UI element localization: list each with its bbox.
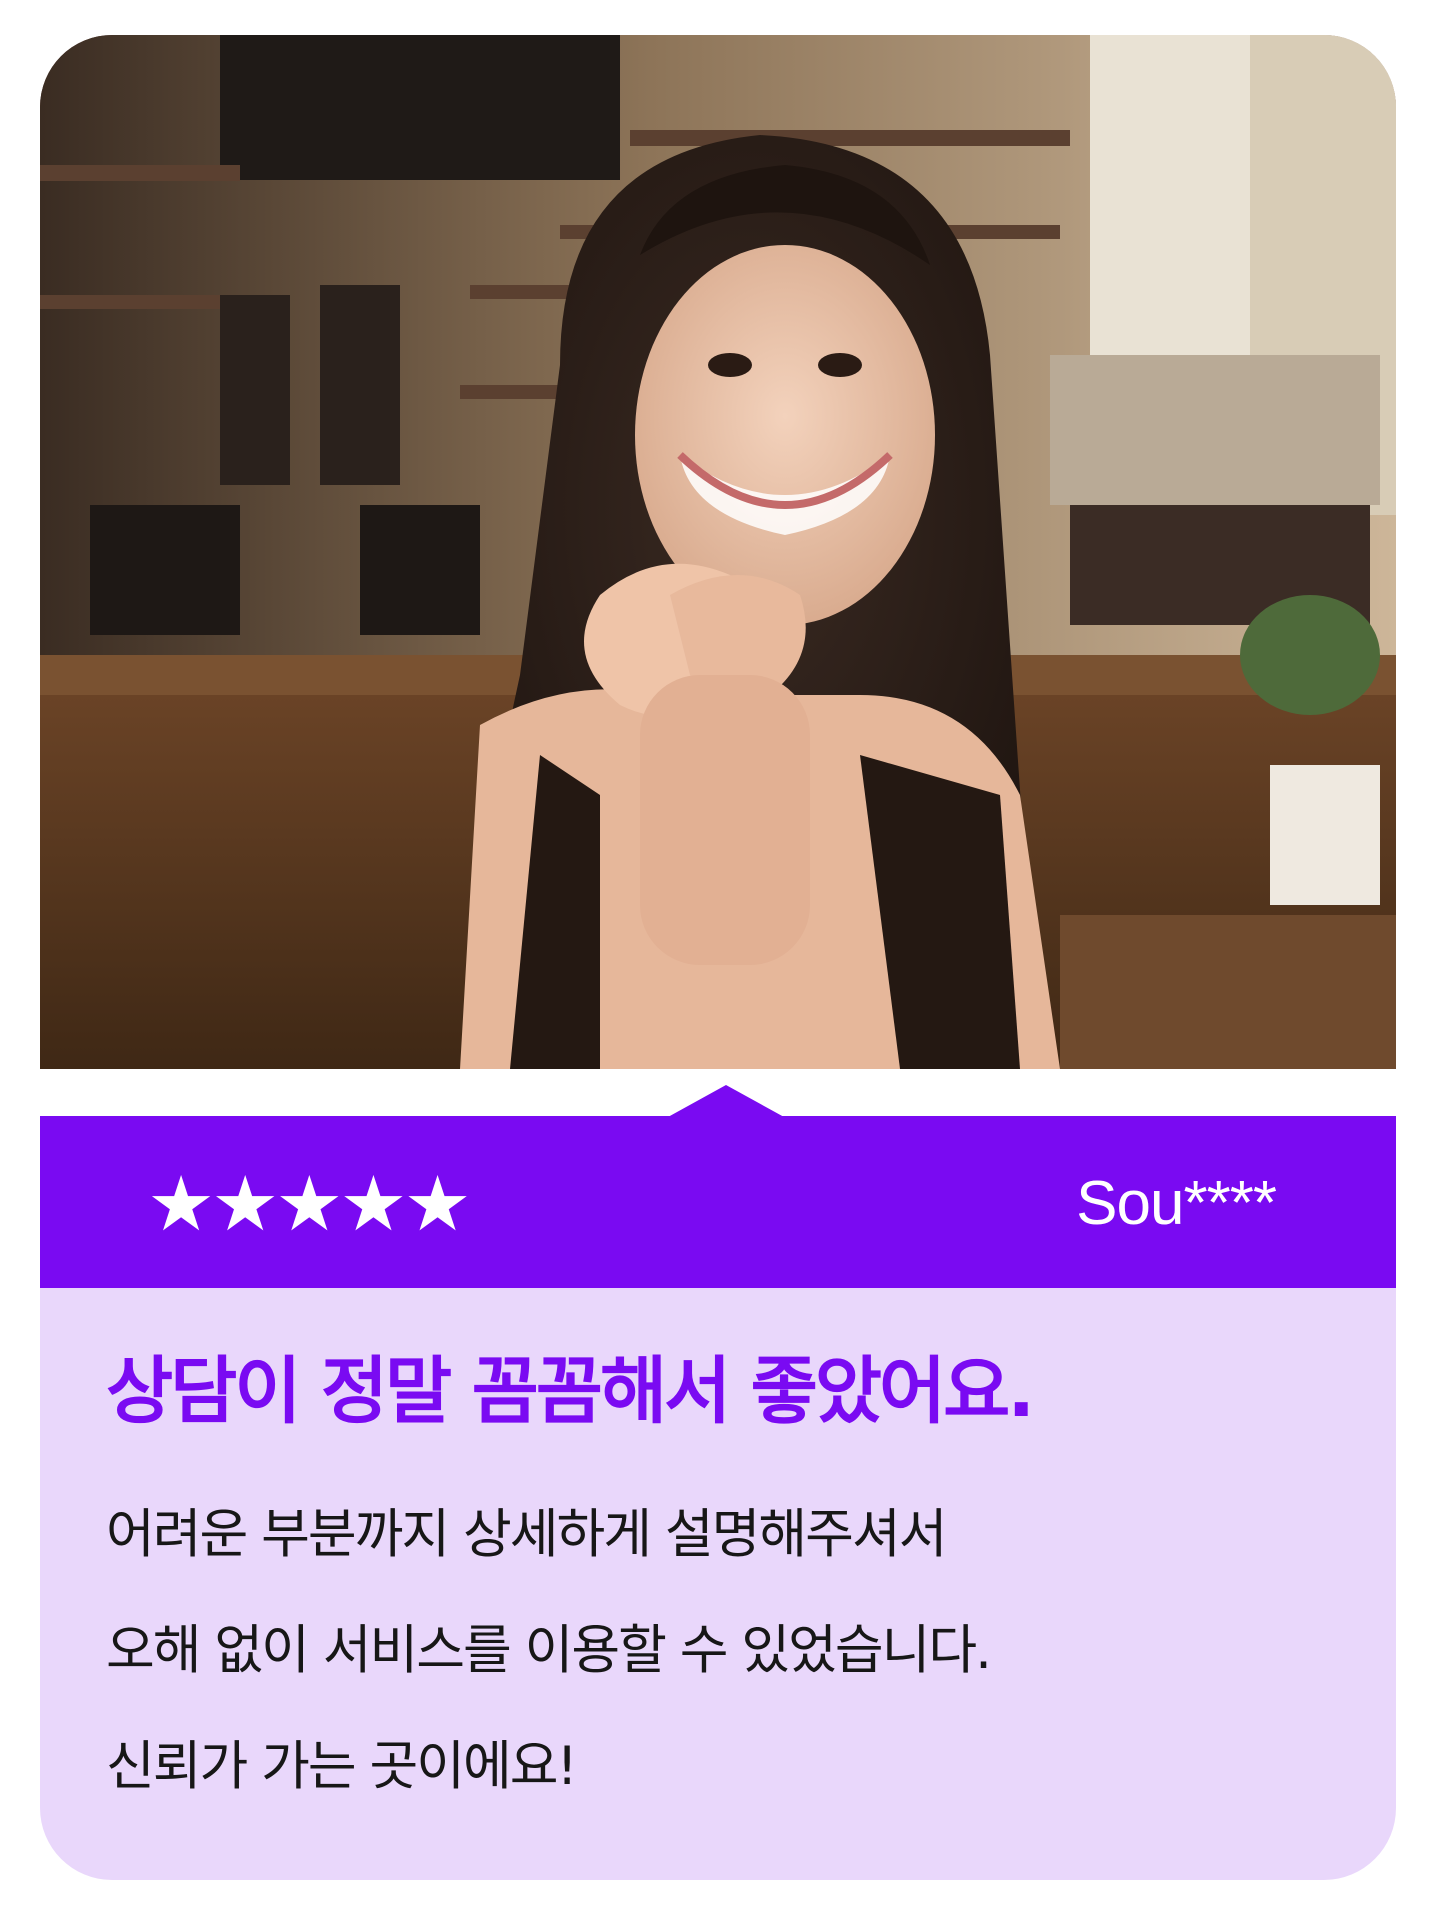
- review-body-line: 신뢰가 가는 곳이에요!: [106, 1736, 578, 1797]
- review-card: ★★★★★ Sou**** 상담이 정말 꼼꼼해서 좋았어요. 어려운 부분까지…: [40, 35, 1396, 1880]
- review-photo: [40, 35, 1396, 1069]
- rating-bar: ★★★★★ Sou****: [40, 1116, 1396, 1288]
- reviewer-name: Sou****: [1076, 1169, 1277, 1238]
- review-headline: 상담이 정말 꼼꼼해서 좋았어요.: [106, 1349, 1035, 1434]
- cafe-portrait-image: [40, 35, 1396, 1069]
- review-body-line: 오해 없이 서비스를 이용할 수 있었습니다.: [106, 1620, 992, 1681]
- review-body-line: 어려운 부분까지 상세하게 설명해주셔서: [106, 1504, 947, 1565]
- star-rating: ★★★★★: [147, 1159, 472, 1248]
- speech-pointer: [668, 1085, 784, 1117]
- review-body: 어려운 부분까지 상세하게 설명해주셔서 오해 없이 서비스를 이용할 수 있었…: [106, 1477, 1356, 1825]
